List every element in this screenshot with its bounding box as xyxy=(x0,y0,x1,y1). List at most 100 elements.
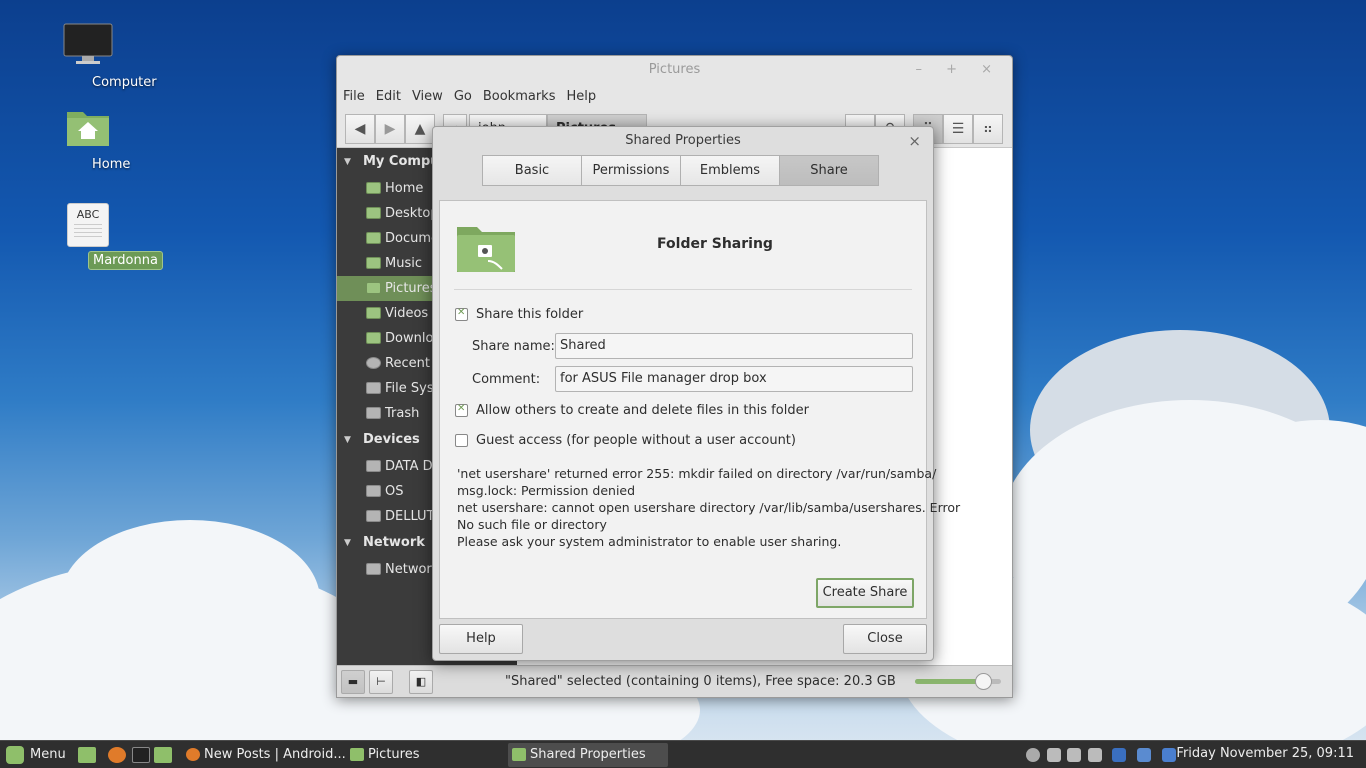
sidebar-item-label: Home xyxy=(385,181,424,196)
forward-button[interactable]: ▶ xyxy=(375,114,405,144)
firefox-icon[interactable] xyxy=(108,747,126,763)
allow-others-label: Allow others to create and delete files … xyxy=(476,403,809,418)
task-shared-properties[interactable]: Shared Properties xyxy=(508,743,668,767)
show-places-button[interactable]: ▬ xyxy=(341,670,365,694)
window-title: Pictures xyxy=(648,62,701,77)
update-manager-icon[interactable] xyxy=(1112,748,1126,762)
desktop-icon-computer[interactable]: Computer xyxy=(50,22,157,90)
list-view-button[interactable]: ☰ xyxy=(943,114,973,144)
compact-view-button[interactable]: ⠶ xyxy=(973,114,1003,144)
error-message: 'net usershare' returned error 255: mkdi… xyxy=(457,465,960,550)
tree-icon: ⊢ xyxy=(376,675,386,688)
panel-heading: Folder Sharing xyxy=(657,236,773,252)
sidebar-toggle-icon: ◧ xyxy=(415,675,427,688)
arrow-left-icon: ◀ xyxy=(354,121,366,137)
documents-folder-icon xyxy=(366,232,381,244)
wifi-icon[interactable] xyxy=(1047,748,1061,762)
dialog-title: Shared Properties xyxy=(625,133,741,148)
mint-logo-icon xyxy=(6,745,24,764)
battery-icon[interactable] xyxy=(1088,748,1102,762)
downloads-folder-icon xyxy=(366,332,381,344)
window-controls[interactable]: – + × xyxy=(915,56,1002,84)
tab-share[interactable]: Share xyxy=(779,155,879,186)
menu-help[interactable]: Help xyxy=(566,89,596,104)
close-button[interactable]: Close xyxy=(843,624,927,654)
bluetooth-icon[interactable] xyxy=(1162,748,1176,762)
sidebar-item-label: Pictures xyxy=(385,281,437,296)
sidebar-item-label: Trash xyxy=(385,406,420,421)
desktop-icon-label: Mardonna xyxy=(88,251,163,270)
menu-view[interactable]: View xyxy=(412,89,443,104)
home-folder-icon xyxy=(50,106,126,152)
trash-icon xyxy=(366,407,381,419)
guest-access-label: Guest access (for people without a user … xyxy=(476,433,796,448)
guest-access-checkbox[interactable] xyxy=(455,434,468,447)
menu-button[interactable]: Menu xyxy=(6,745,66,765)
user-icon[interactable] xyxy=(1026,748,1040,762)
arrow-right-icon: ▶ xyxy=(384,121,396,137)
task-label: New Posts | Android... xyxy=(204,747,346,762)
menu-bar: File Edit View Go Bookmarks Help xyxy=(337,84,1012,108)
drive-icon xyxy=(366,460,381,472)
pictures-folder-icon xyxy=(366,282,381,294)
show-tree-button[interactable]: ⊢ xyxy=(369,670,393,694)
share-name-input[interactable]: Shared xyxy=(555,333,913,359)
create-share-button[interactable]: Create Share xyxy=(816,578,914,608)
desktop: { "desktop": { "icons": [ {"label": "Com… xyxy=(0,0,1366,768)
text-document-icon: ABC xyxy=(67,203,109,247)
close-icon[interactable]: × xyxy=(908,127,921,155)
task-label: Shared Properties xyxy=(530,747,646,762)
menu-label: Menu xyxy=(30,747,66,762)
menu-bookmarks[interactable]: Bookmarks xyxy=(483,89,556,104)
share-panel: Folder Sharing Share this folder Share n… xyxy=(439,200,960,619)
dialog-titlebar[interactable]: Shared Properties × xyxy=(433,127,933,155)
zoom-slider-knob[interactable] xyxy=(975,673,993,690)
tab-permissions[interactable]: Permissions xyxy=(581,155,681,186)
comment-label: Comment: xyxy=(472,372,541,387)
drive-icon xyxy=(366,485,381,497)
shield-icon[interactable] xyxy=(1137,748,1151,762)
folder-icon: ▬ xyxy=(347,675,359,688)
folder-icon xyxy=(512,748,526,761)
desktop-icon-label: Home xyxy=(92,157,131,172)
zoom-slider-fill xyxy=(915,679,984,684)
clock[interactable]: Friday November 25, 09:11 xyxy=(1176,746,1354,761)
firefox-icon xyxy=(186,748,200,761)
drive-icon xyxy=(366,510,381,522)
separator xyxy=(454,289,912,290)
task-pictures[interactable]: Pictures xyxy=(346,743,506,767)
status-bar: ▬ ⊢ ◧ "Shared" selected (containing 0 it… xyxy=(337,665,1012,697)
error-line: msg.lock: Permission denied xyxy=(457,483,636,498)
taskbar: Menu New Posts | Android... Pictures Sha… xyxy=(0,740,1366,768)
document-badge-text: ABC xyxy=(76,208,100,221)
tab-basic[interactable]: Basic xyxy=(482,155,582,186)
compact-grid-icon: ⠶ xyxy=(982,121,994,137)
status-text: "Shared" selected (containing 0 items), … xyxy=(505,674,896,689)
tab-emblems[interactable]: Emblems xyxy=(680,155,780,186)
network-icon xyxy=(366,563,381,575)
monitor-icon xyxy=(50,22,126,70)
list-icon: ☰ xyxy=(951,121,965,137)
help-button[interactable]: Help xyxy=(439,624,523,654)
show-desktop-icon[interactable] xyxy=(78,747,96,763)
up-button[interactable]: ▲ xyxy=(405,114,435,144)
error-line: Please ask your system administrator to … xyxy=(457,534,842,549)
comment-input[interactable]: for ASUS File manager drop box xyxy=(555,366,913,392)
desktop-icon-mardonna[interactable]: ABC Mardonna xyxy=(50,203,163,270)
menu-go[interactable]: Go xyxy=(454,89,472,104)
zoom-slider[interactable] xyxy=(915,673,1001,690)
desktop-icon-label: Computer xyxy=(92,75,157,90)
share-this-folder-checkbox[interactable] xyxy=(455,307,468,321)
hide-sidebar-button[interactable]: ◧ xyxy=(409,670,433,694)
desktop-icon-home[interactable]: Home xyxy=(50,106,130,172)
volume-icon[interactable] xyxy=(1067,748,1081,762)
menu-edit[interactable]: Edit xyxy=(376,89,401,104)
back-button[interactable]: ◀ xyxy=(345,114,375,144)
terminal-icon[interactable] xyxy=(132,747,150,763)
menu-file[interactable]: File xyxy=(343,89,365,104)
window-titlebar[interactable]: Pictures – + × xyxy=(337,56,1012,84)
allow-others-checkbox[interactable] xyxy=(455,403,468,417)
files-icon[interactable] xyxy=(154,747,172,763)
videos-folder-icon xyxy=(366,307,381,319)
task-new-posts[interactable]: New Posts | Android... xyxy=(182,743,346,767)
